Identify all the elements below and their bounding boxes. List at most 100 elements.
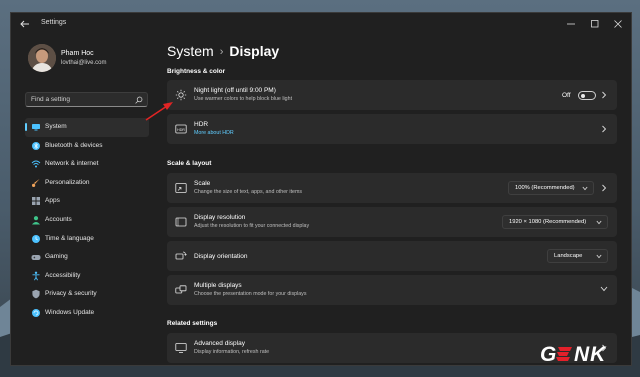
- sidebar-item-label: Accounts: [45, 215, 72, 223]
- search-placeholder: Find a setting: [31, 96, 71, 103]
- sidebar-item-label: System: [45, 123, 67, 130]
- hdr-icon: HDR: [175, 124, 187, 134]
- sidebar-item-accounts[interactable]: Accounts: [25, 211, 149, 230]
- sidebar-item-time-language[interactable]: Time & language: [25, 230, 149, 249]
- gamepad-icon: [31, 255, 41, 261]
- resolution-dropdown-value: 1920 × 1080 (Recommended): [509, 219, 587, 225]
- night-light-subtitle: Use warmer colors to help block blue lig…: [194, 96, 293, 102]
- svg-text:HDR: HDR: [177, 128, 185, 132]
- display-orientation-card[interactable]: Display orientation Landscape: [167, 241, 617, 271]
- accounts-icon: [32, 216, 40, 225]
- chevron-right-icon: [602, 125, 607, 133]
- sidebar-item-gaming[interactable]: Gaming: [25, 248, 149, 267]
- night-light-card[interactable]: Night light (off until 9:00 PM) Use warm…: [167, 80, 617, 110]
- display-resolution-card[interactable]: Display resolution Adjust the resolution…: [167, 207, 617, 237]
- sidebar-item-label: Network & internet: [45, 160, 99, 168]
- night-light-toggle[interactable]: [578, 91, 596, 100]
- night-light-toggle-label: Off: [562, 92, 571, 99]
- svg-text:NK: NK: [574, 343, 607, 366]
- search-icon[interactable]: [135, 96, 143, 104]
- sidebar-item-label: Time & language: [45, 234, 94, 242]
- advanced-display-title: Advanced display: [194, 340, 245, 347]
- sidebar-item-windows-update[interactable]: Windows Update: [25, 304, 149, 323]
- profile-email: lovthai@live.com: [61, 60, 107, 66]
- resolution-dropdown[interactable]: 1920 × 1080 (Recommended): [502, 215, 608, 229]
- sidebar-item-label: Apps: [45, 197, 60, 205]
- sidebar-item-system[interactable]: System: [25, 118, 149, 137]
- shield-icon: [32, 290, 40, 299]
- breadcrumb: System › Display: [167, 43, 279, 59]
- section-heading-related: Related settings: [167, 320, 218, 327]
- chevron-right-icon: [602, 91, 607, 99]
- page-title: Display: [229, 43, 280, 59]
- sidebar-item-privacy[interactable]: Privacy & security: [25, 285, 149, 304]
- minimize-icon: [567, 23, 575, 25]
- sidebar-item-personalization[interactable]: Personalization: [25, 174, 149, 193]
- chevron-down-icon: [596, 220, 602, 225]
- hdr-title: HDR: [194, 121, 209, 128]
- network-icon: [31, 160, 41, 168]
- orientation-icon: [175, 251, 187, 260]
- sidebar-item-label: Gaming: [45, 253, 68, 261]
- globe-clock-icon: [32, 234, 40, 243]
- search-input[interactable]: Find a setting: [25, 92, 148, 107]
- maximize-icon: [591, 20, 599, 28]
- brush-icon: [32, 178, 40, 187]
- system-icon: [32, 124, 40, 131]
- avatar[interactable]: [28, 44, 56, 72]
- scale-icon: [175, 183, 187, 193]
- genk-logo: G NK: [540, 343, 607, 366]
- night-light-title: Night light (off until 9:00 PM): [194, 87, 276, 94]
- close-icon: [614, 20, 622, 28]
- minimize-button[interactable]: [561, 16, 581, 32]
- advanced-display-subtitle: Display information, refresh rate: [194, 349, 270, 355]
- back-arrow-icon[interactable]: [19, 18, 31, 30]
- hdr-card[interactable]: HDR HDR More about HDR: [167, 114, 617, 144]
- chevron-down-icon: [596, 254, 602, 259]
- sidebar-item-network[interactable]: Network & internet: [25, 155, 149, 174]
- sidebar-nav: System Bluetooth & devices Network & int…: [25, 118, 149, 323]
- sidebar-item-label: Personalization: [45, 178, 90, 186]
- multiple-displays-subtitle: Choose the presentation mode for your di…: [194, 291, 307, 297]
- orientation-dropdown[interactable]: Landscape: [547, 249, 608, 263]
- sidebar-item-label: Privacy & security: [45, 290, 97, 298]
- sidebar-item-label: Accessibility: [45, 271, 81, 279]
- window-title: Settings: [41, 19, 67, 26]
- sidebar-item-bluetooth[interactable]: Bluetooth & devices: [25, 137, 149, 156]
- sidebar-item-accessibility[interactable]: Accessibility: [25, 267, 149, 286]
- multiple-displays-title: Multiple displays: [194, 282, 242, 289]
- scale-title: Scale: [194, 180, 211, 187]
- resolution-subtitle: Adjust the resolution to fit your connec…: [194, 223, 310, 229]
- scale-card[interactable]: Scale Change the size of text, apps, and…: [167, 173, 617, 203]
- brightness-icon: [175, 89, 187, 101]
- multiple-displays-card[interactable]: Multiple displays Choose the presentatio…: [167, 275, 617, 305]
- settings-window: Settings Pham Hoc lovthai@live.com Find …: [10, 12, 632, 366]
- svg-text:G: G: [540, 343, 557, 366]
- orientation-dropdown-value: Landscape: [554, 253, 583, 259]
- scale-dropdown[interactable]: 100% (Recommended): [508, 181, 594, 195]
- multiple-displays-icon: [175, 285, 187, 294]
- title-bar: Settings: [11, 13, 631, 35]
- sidebar-item-apps[interactable]: Apps: [25, 192, 149, 211]
- profile-name: Pham Hoc: [61, 50, 94, 57]
- maximize-button[interactable]: [585, 16, 605, 32]
- accessibility-icon: [32, 271, 40, 281]
- section-heading-scale-layout: Scale & layout: [167, 160, 212, 167]
- scale-subtitle: Change the size of text, apps, and other…: [194, 189, 303, 195]
- chevron-down-icon[interactable]: [600, 286, 608, 292]
- orientation-title: Display orientation: [194, 253, 248, 260]
- chevron-down-icon: [582, 186, 588, 191]
- section-heading-brightness: Brightness & color: [167, 68, 226, 75]
- avatar-image: [28, 44, 56, 72]
- sidebar-item-label: Bluetooth & devices: [45, 141, 103, 149]
- chevron-right-icon: [602, 184, 607, 192]
- scale-dropdown-value: 100% (Recommended): [515, 185, 575, 191]
- breadcrumb-separator: ›: [219, 46, 224, 58]
- hdr-link[interactable]: More about HDR: [194, 130, 234, 136]
- resolution-icon: [175, 217, 187, 227]
- close-button[interactable]: [608, 16, 628, 32]
- breadcrumb-parent[interactable]: System: [167, 43, 214, 59]
- sidebar-item-label: Windows Update: [45, 308, 95, 316]
- update-icon: [32, 308, 40, 317]
- apps-icon: [32, 197, 40, 206]
